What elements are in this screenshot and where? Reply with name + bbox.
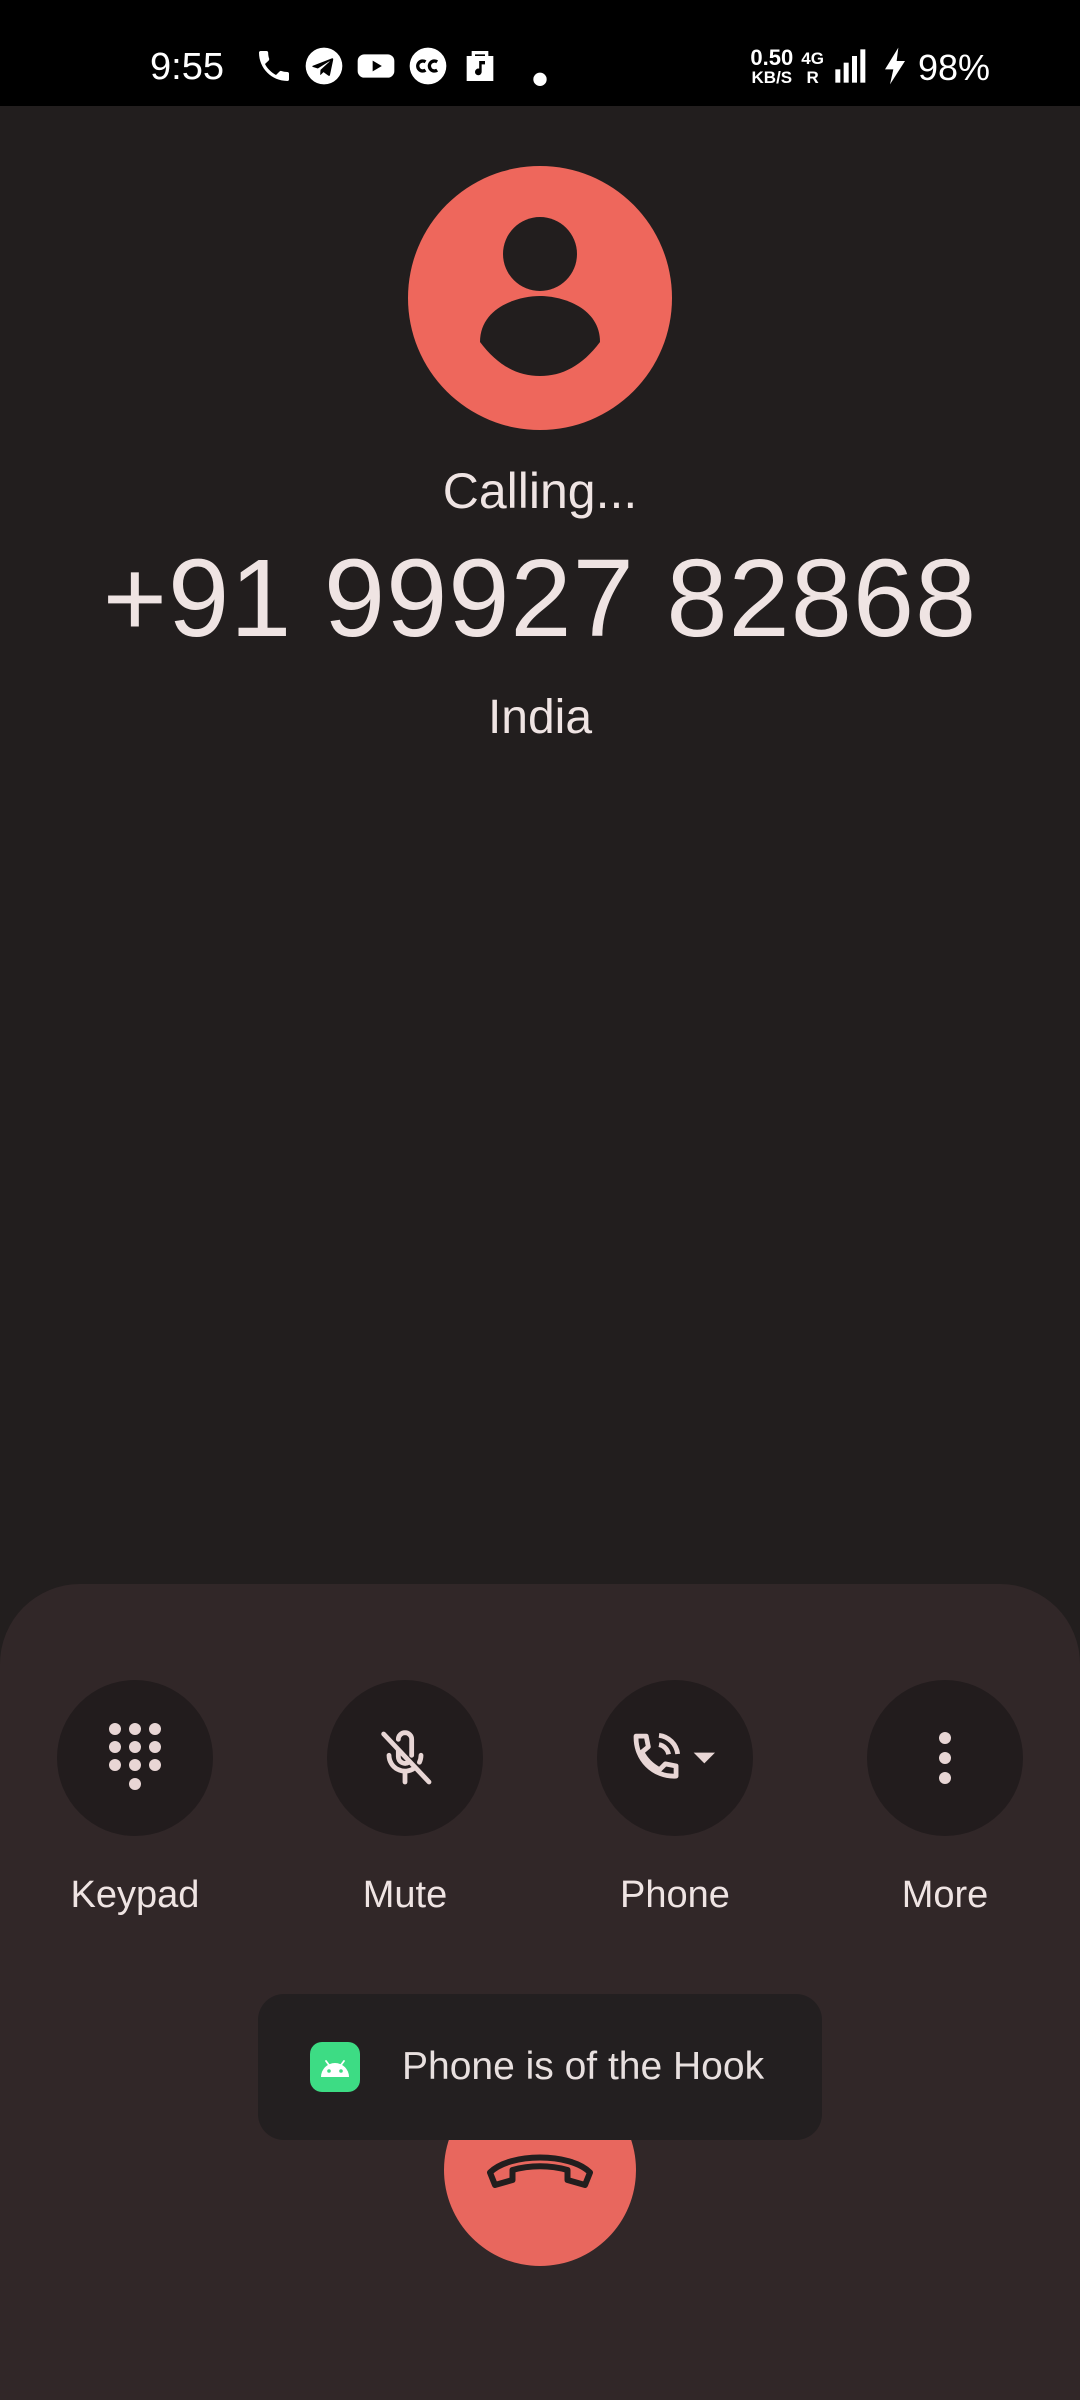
mute-label: Mute [362,1874,448,1916]
network-speed-value: 0.50 [750,45,794,70]
network-speed: 0.50 KB/S [750,45,794,88]
telegram-icon [304,46,344,86]
call-end-icon [487,2154,593,2188]
battery-percent: 98% [917,47,990,88]
in-call-screen: 9:55 0.50 KB/S 4G R 98% Calling... +91 9… [0,0,1080,2400]
phone-audio-route-icon [633,1732,715,1779]
toast-message: Phone is of the Hook [258,1994,822,2140]
person-icon [480,217,600,376]
phone-number: +91 99927 82868 [102,537,978,660]
status-bar: 9:55 0.50 KB/S 4G R 98% [0,0,1080,106]
status-time: 9:55 [150,46,224,88]
network-type-bottom: R [806,68,819,87]
dot-icon [520,46,560,86]
more-vert-icon [939,1732,951,1784]
shopping-bag-icon [460,46,500,86]
audio-route-button[interactable]: Phone [575,1680,775,1917]
toast-text: Phone is of the Hook [402,2045,765,2088]
mute-circle[interactable] [327,1680,483,1836]
signal-icon [832,46,872,91]
keypad-label: Keypad [70,1874,200,1916]
more-label: More [901,1874,989,1916]
dialpad-icon [109,1723,161,1790]
contact-avatar [408,166,672,430]
network-type: 4G R [801,49,824,87]
mic-off-icon [381,1730,432,1785]
more-button[interactable]: More [845,1680,1045,1917]
network-type-top: 4G [801,49,824,68]
phone-icon [254,46,294,86]
call-location: India [487,691,593,744]
charging-icon [880,46,910,91]
call-status: Calling... [442,463,638,519]
youtube-icon [356,46,396,86]
mute-button[interactable]: Mute [305,1680,505,1917]
keypad-button[interactable]: Keypad [35,1680,235,1917]
audio-route-label: Phone [620,1874,730,1916]
android-app-icon [310,2042,360,2092]
network-speed-unit: KB/S [751,68,793,87]
status-right-group: 0.50 KB/S 4G R 98% [750,46,990,90]
audio-route-circle[interactable] [597,1680,753,1836]
keypad-circle[interactable] [57,1680,213,1836]
more-circle[interactable] [867,1680,1023,1836]
closed-caption-icon [408,46,448,86]
